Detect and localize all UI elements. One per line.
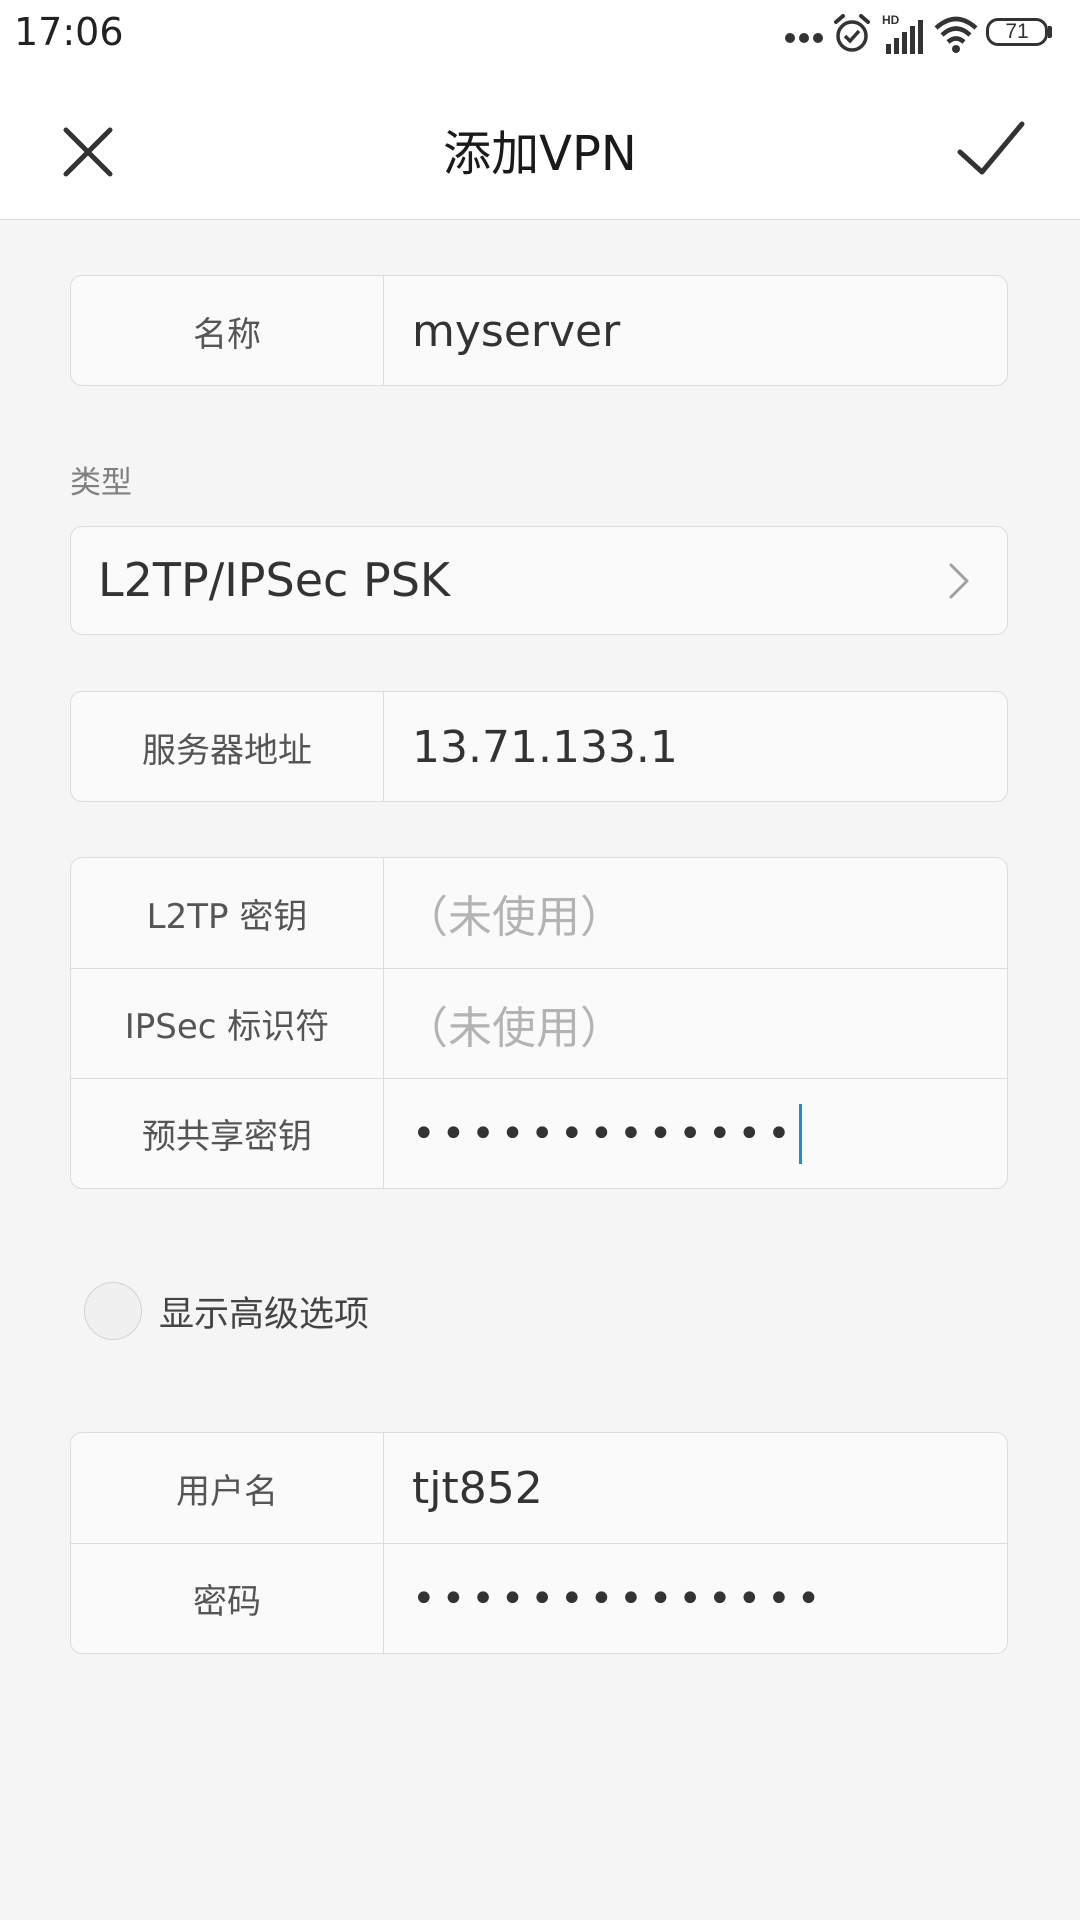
advanced-options-toggle[interactable]: 显示高级选项 [84, 1280, 369, 1342]
username-row: 用户名 tjt852 [71, 1433, 1007, 1543]
confirm-button[interactable] [948, 108, 1032, 192]
server-card: 服务器地址 13.71.133.1 [70, 691, 1008, 802]
battery-level: 71 [1005, 20, 1029, 43]
preshared-key-value: ••••••••••••• [412, 1110, 797, 1157]
server-label: 服务器地址 [71, 692, 384, 801]
username-input[interactable]: tjt852 [384, 1433, 1007, 1543]
advanced-options-radio[interactable] [84, 1282, 142, 1340]
ipsec-identifier-input[interactable]: （未使用） [384, 969, 1007, 1078]
password-label: 密码 [71, 1544, 384, 1653]
password-input[interactable]: •••••••••••••• [384, 1544, 1007, 1653]
name-row: 名称 myserver [71, 276, 1007, 385]
l2tp-secret-label: L2TP 密钥 [71, 858, 384, 968]
username-label: 用户名 [71, 1433, 384, 1543]
name-label: 名称 [71, 276, 384, 385]
secrets-card: L2TP 密钥 （未使用） IPSec 标识符 （未使用） 预共享密钥 ••••… [70, 857, 1008, 1189]
chevron-right-icon [949, 563, 969, 599]
l2tp-secret-input[interactable]: （未使用） [384, 858, 1007, 968]
l2tp-secret-row: L2TP 密钥 （未使用） [71, 858, 1007, 968]
name-input[interactable]: myserver [384, 276, 1007, 385]
hd-signal-icon: HD [882, 13, 923, 54]
preshared-key-label: 预共享密钥 [71, 1079, 384, 1188]
text-cursor [798, 1103, 802, 1164]
title-bar: 添加VPN [0, 68, 1080, 220]
battery-tip [1048, 26, 1052, 38]
ipsec-identifier-row: IPSec 标识符 （未使用） [71, 968, 1007, 1078]
battery-icon: 71 [986, 18, 1048, 46]
status-icons: HD 71 [784, 12, 1064, 56]
page-title: 添加VPN [443, 126, 637, 182]
preshared-key-row: 预共享密钥 ••••••••••••• [71, 1078, 1007, 1188]
type-section-label: 类型 [70, 465, 132, 501]
name-card: 名称 myserver [70, 275, 1008, 386]
server-input[interactable]: 13.71.133.1 [384, 692, 1007, 801]
type-select[interactable]: L2TP/IPSec PSK [70, 526, 1008, 635]
password-row: 密码 •••••••••••••• [71, 1543, 1007, 1653]
type-value: L2TP/IPSec PSK [98, 553, 451, 607]
status-time: 17:06 [14, 10, 124, 54]
wifi-icon [934, 16, 978, 53]
svg-text:HD: HD [882, 13, 900, 27]
server-row: 服务器地址 13.71.133.1 [71, 692, 1007, 801]
alarm-icon [834, 14, 870, 52]
advanced-options-label: 显示高级选项 [159, 1294, 370, 1335]
ipsec-identifier-label: IPSec 标识符 [71, 969, 384, 1078]
more-dots-icon [785, 33, 823, 43]
credentials-card: 用户名 tjt852 密码 •••••••••••••• [70, 1432, 1008, 1654]
status-bar: 17:06 HD 71 [0, 0, 1080, 68]
checkmark-icon [957, 121, 1025, 175]
preshared-key-input[interactable]: ••••••••••••• [384, 1079, 1007, 1188]
